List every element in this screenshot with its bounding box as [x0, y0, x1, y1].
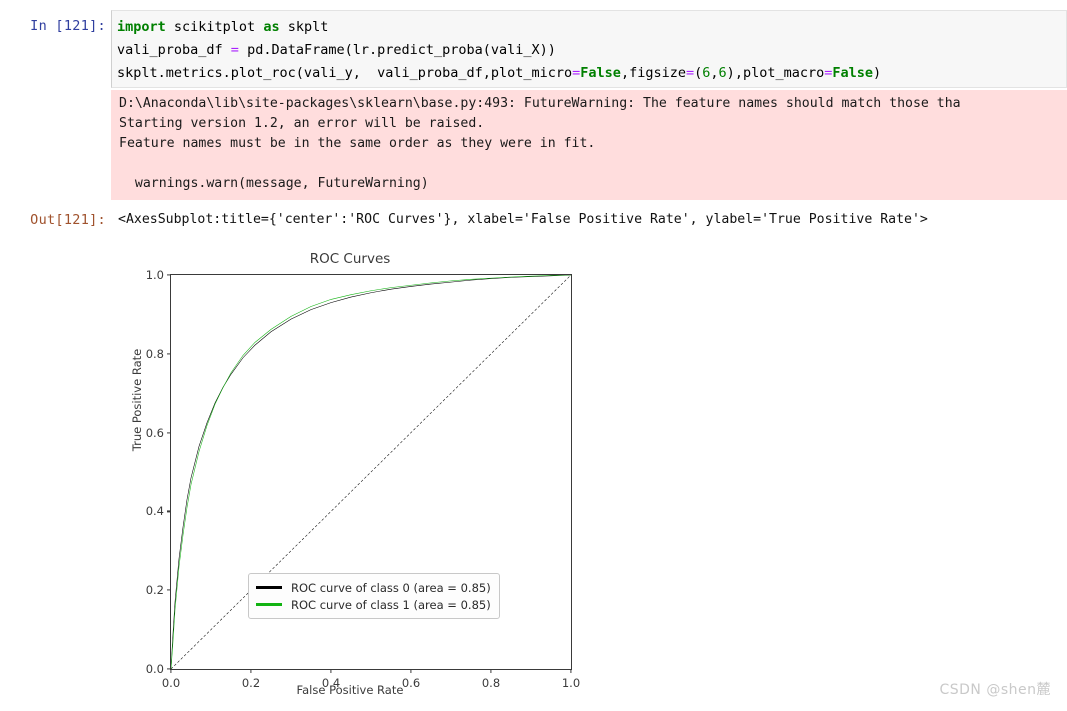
- x-tick-label: 0.0: [161, 676, 181, 690]
- code-token-lhs: vali_proba_df: [117, 42, 231, 58]
- legend-swatch-class-0: [256, 586, 282, 589]
- code-editor[interactable]: import scikitplot as skplt vali_proba_df…: [111, 10, 1067, 88]
- y-tick-mark: [167, 432, 171, 434]
- x-tick-mark: [250, 669, 252, 673]
- code-token-as: as: [263, 19, 280, 35]
- y-tick-label: 0.6: [145, 425, 164, 440]
- watermark: CSDN @shen麓: [939, 682, 1051, 698]
- code-token-false-1: False: [580, 65, 621, 81]
- warning-line-1: D:\Anaconda\lib\site-packages\sklearn\ba…: [119, 96, 961, 111]
- legend-label-class-0: ROC curve of class 0 (area = 0.85): [291, 580, 491, 595]
- warning-blank-line: [111, 154, 1067, 174]
- x-tick-label: 0.6: [401, 676, 421, 690]
- code-token-comma: ,: [710, 65, 719, 81]
- y-tick-mark: [167, 274, 171, 276]
- y-axis-label: True Positive Rate: [130, 348, 145, 452]
- code-token-figsize-kw: ,figsize: [620, 65, 686, 81]
- x-tick-mark: [490, 669, 492, 673]
- stderr-warning-output: D:\Anaconda\lib\site-packages\sklearn\ba…: [111, 90, 1067, 200]
- x-tick-mark: [410, 669, 412, 673]
- y-tick-mark: [167, 589, 171, 591]
- y-tick-label: 0.0: [145, 662, 164, 676]
- y-tick-mark: [167, 510, 171, 512]
- code-line-2: vali_proba_df = pd.DataFrame(lr.predict_…: [112, 39, 1066, 62]
- legend-item-class-1: ROC curve of class 1 (area = 0.85): [256, 596, 491, 613]
- y-tick-label: 0.2: [145, 583, 164, 598]
- code-token-import: import: [117, 19, 166, 35]
- y-tick-label: 0.8: [145, 346, 164, 361]
- y-tick-label: 1.0: [145, 268, 164, 282]
- code-token-rhs: pd.DataFrame(lr.predict_proba(vali_X)): [238, 42, 556, 58]
- legend-swatch-class-1: [256, 603, 282, 606]
- y-tick-label: 0.4: [145, 504, 164, 519]
- output-repr-text: <AxesSubplot:title={'center':'ROC Curves…: [118, 212, 928, 227]
- x-tick-label: 0.4: [321, 676, 341, 690]
- code-token-num-2: 6: [718, 65, 727, 81]
- y-tick-mark: [167, 353, 171, 355]
- x-tick-label: 0.8: [481, 676, 501, 690]
- notebook-input-cell: In [121]: import scikitplot as skplt val…: [0, 10, 1067, 88]
- code-token-false-2: False: [832, 65, 873, 81]
- code-token-paren-close: ): [726, 65, 735, 81]
- x-tick-mark: [330, 669, 332, 673]
- x-tick-mark: [570, 669, 572, 673]
- code-line-3: skplt.metrics.plot_roc(vali_y, vali_prob…: [112, 62, 1066, 85]
- legend-item-class-0: ROC curve of class 0 (area = 0.85): [256, 579, 491, 596]
- code-token-call-close: ): [873, 65, 882, 81]
- code-token-kwarg-eq-2: =: [685, 65, 695, 81]
- code-token-alias: skplt: [279, 19, 329, 35]
- code-line-1: import scikitplot as skplt: [112, 11, 1066, 39]
- warning-line-3: Feature names must be in the same order …: [119, 136, 596, 151]
- input-prompt-label: In [121]:: [30, 18, 106, 34]
- x-tick-label: 1.0: [561, 676, 581, 690]
- x-tick-mark: [170, 669, 172, 673]
- code-token-assign: =: [230, 42, 239, 58]
- warning-line-2: Starting version 1.2, an error will be r…: [119, 116, 485, 131]
- warning-line-4: warnings.warn(message, FutureWarning): [119, 176, 429, 191]
- legend-label-class-1: ROC curve of class 1 (area = 0.85): [291, 597, 491, 612]
- notebook-output-row: Out[121]: <AxesSubplot:title={'center':'…: [0, 210, 1067, 236]
- code-token-macro-kw: ,plot_macro: [734, 65, 825, 81]
- chart-legend: ROC curve of class 0 (area = 0.85) ROC c…: [248, 573, 500, 619]
- code-token-call: skplt.metrics.plot_roc(vali_y, vali_prob…: [117, 65, 573, 81]
- roc-figure: ROC Curves True Positive Rate False Posi…: [110, 243, 590, 705]
- output-prompt-label: Out[121]:: [30, 212, 106, 228]
- x-axis-label: False Positive Rate: [296, 683, 404, 697]
- chart-title: ROC Curves: [309, 251, 391, 267]
- code-token-module: scikitplot: [165, 19, 264, 35]
- x-tick-label: 0.2: [241, 676, 261, 690]
